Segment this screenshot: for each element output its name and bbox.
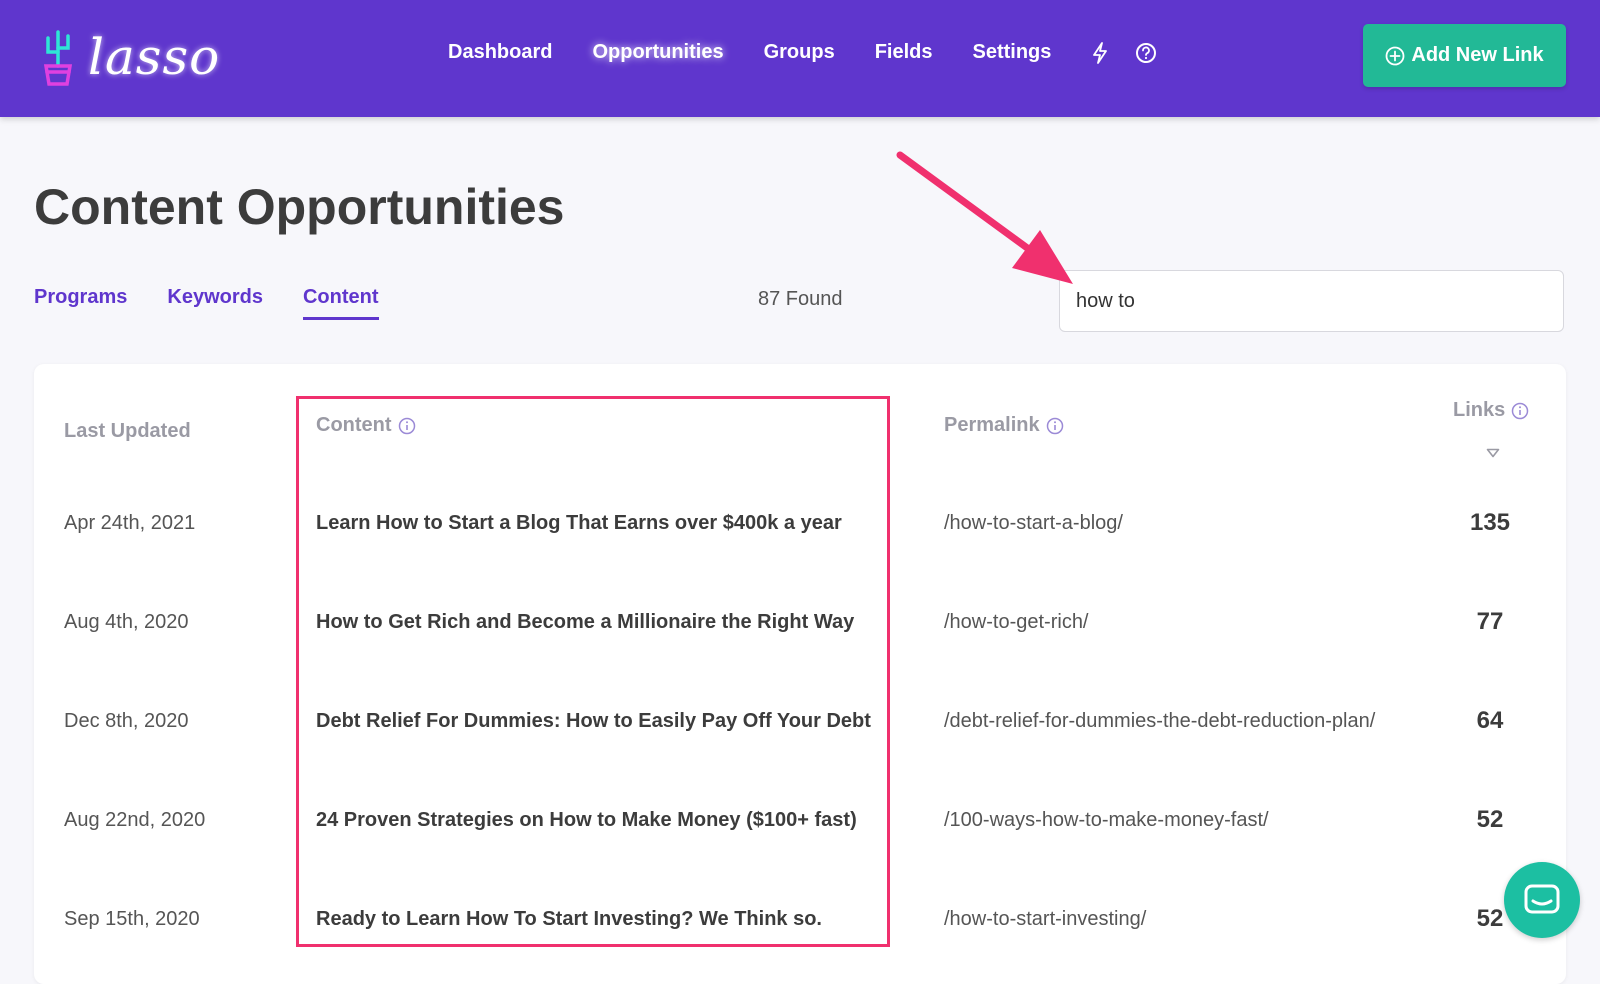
row-date: Aug 22nd, 2020 xyxy=(64,809,206,831)
header-content[interactable]: Content xyxy=(316,414,416,437)
row-date: Apr 24th, 2021 xyxy=(64,512,196,534)
tab-keywords[interactable]: Keywords xyxy=(167,286,263,320)
row-permalink[interactable]: /100-ways-how-to-make-money-fast/ xyxy=(944,809,1269,832)
nav-groups[interactable]: Groups xyxy=(764,41,835,64)
tab-content[interactable]: Content xyxy=(302,286,379,320)
table-row[interactable]: Sep 15th, 2020 Ready to Learn How To Sta… xyxy=(0,905,1600,948)
row-title[interactable]: Debt Relief For Dummies: How to Easily P… xyxy=(316,710,871,733)
page-title: Content Opportunities xyxy=(34,179,565,235)
logo-text: lasso xyxy=(88,28,221,86)
tab-programs[interactable]: Programs xyxy=(34,286,127,320)
header-last-updated-label: Last Updated xyxy=(64,420,191,442)
content-table-card xyxy=(34,364,1566,984)
header-links-label: Links xyxy=(1453,399,1506,421)
table-row[interactable]: Aug 4th, 2020 How to Get Rich and Become… xyxy=(0,608,1600,651)
row-date: Dec 8th, 2020 xyxy=(64,710,189,732)
table-row[interactable]: Aug 22nd, 2020 24 Proven Strategies on H… xyxy=(0,806,1600,849)
info-icon[interactable] xyxy=(398,417,416,435)
results-count: 87 Found xyxy=(758,288,843,310)
add-new-link-button[interactable]: Add New Link xyxy=(1363,24,1566,87)
top-navigation-bar: lasso Dashboard Opportunities Groups Fie… xyxy=(0,0,1600,117)
table-row[interactable]: Dec 8th, 2020 Debt Relief For Dummies: H… xyxy=(0,707,1600,750)
add-new-link-label: Add New Link xyxy=(1411,44,1544,66)
row-permalink[interactable]: /how-to-start-a-blog/ xyxy=(944,512,1123,535)
nav-opportunities[interactable]: Opportunities xyxy=(592,41,723,64)
nav-fields[interactable]: Fields xyxy=(875,41,933,64)
row-permalink[interactable]: /how-to-get-rich/ xyxy=(944,611,1089,634)
row-links-count: 52 xyxy=(1476,806,1504,833)
cactus-icon xyxy=(43,30,73,86)
header-last-updated[interactable]: Last Updated xyxy=(64,420,191,443)
row-date: Sep 15th, 2020 xyxy=(64,908,200,930)
row-title[interactable]: Learn How to Start a Blog That Earns ove… xyxy=(316,512,842,535)
lasso-logo[interactable]: lasso xyxy=(36,22,220,92)
row-date: Aug 4th, 2020 xyxy=(64,611,189,633)
row-links-count: 77 xyxy=(1476,608,1504,635)
help-icon[interactable] xyxy=(1135,42,1157,64)
header-content-label: Content xyxy=(316,414,392,436)
search-input[interactable] xyxy=(1059,270,1564,332)
header-permalink[interactable]: Permalink xyxy=(944,414,1064,437)
plus-circle-icon xyxy=(1385,46,1405,65)
nav-settings[interactable]: Settings xyxy=(973,41,1052,64)
opportunity-tabs: Programs Keywords Content xyxy=(34,286,419,320)
header-links[interactable]: Links xyxy=(1453,399,1529,422)
row-title[interactable]: Ready to Learn How To Start Investing? W… xyxy=(316,908,822,931)
sort-desc-icon[interactable] xyxy=(1486,448,1500,458)
row-title[interactable]: How to Get Rich and Become a Millionaire… xyxy=(316,611,854,634)
chat-launcher-button[interactable] xyxy=(1504,862,1580,938)
row-links-count: 64 xyxy=(1476,707,1504,734)
row-permalink[interactable]: /debt-relief-for-dummies-the-debt-reduct… xyxy=(944,710,1375,733)
table-row[interactable]: Apr 24th, 2021 Learn How to Start a Blog… xyxy=(0,509,1600,552)
nav-dashboard[interactable]: Dashboard xyxy=(448,41,552,64)
chat-icon xyxy=(1524,884,1560,914)
lightning-icon[interactable] xyxy=(1091,41,1109,64)
main-nav: Dashboard Opportunities Groups Fields Se… xyxy=(448,41,1183,64)
info-icon[interactable] xyxy=(1046,417,1064,435)
info-icon[interactable] xyxy=(1511,402,1529,420)
header-permalink-label: Permalink xyxy=(944,414,1040,436)
row-links-count: 135 xyxy=(1469,509,1511,536)
row-title[interactable]: 24 Proven Strategies on How to Make Mone… xyxy=(316,809,857,832)
row-permalink[interactable]: /how-to-start-investing/ xyxy=(944,908,1146,931)
